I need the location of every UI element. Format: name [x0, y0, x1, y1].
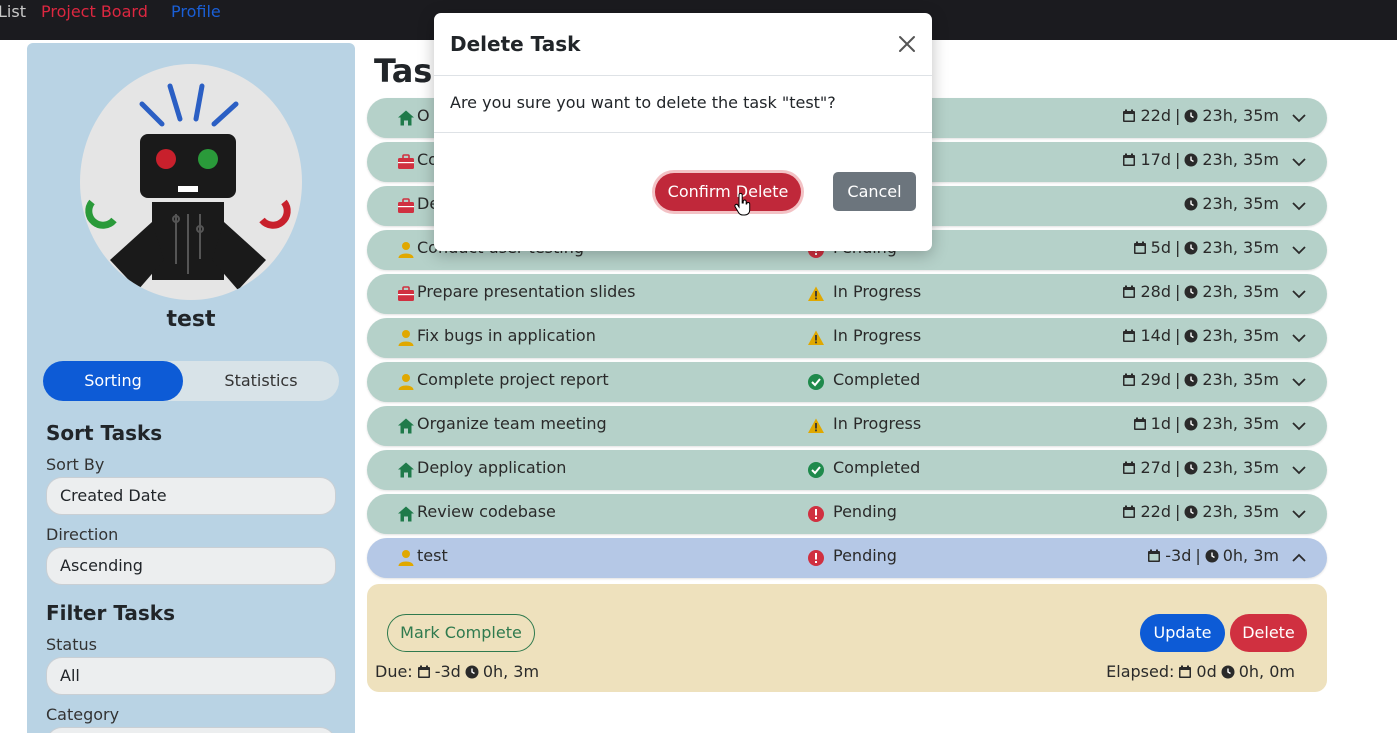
cancel-button[interactable]: Cancel	[833, 172, 916, 211]
close-icon[interactable]	[898, 35, 916, 53]
modal-title: Delete Task	[450, 32, 581, 56]
confirm-delete-button[interactable]: Confirm Delete	[655, 173, 801, 211]
modal-footer	[434, 132, 932, 133]
delete-task-modal: Delete Task Are you sure you want to del…	[434, 13, 932, 251]
modal-message: Are you sure you want to delete the task…	[450, 93, 836, 112]
modal-header: Delete Task	[434, 13, 932, 76]
hand-pointer-cursor-icon	[734, 193, 751, 216]
